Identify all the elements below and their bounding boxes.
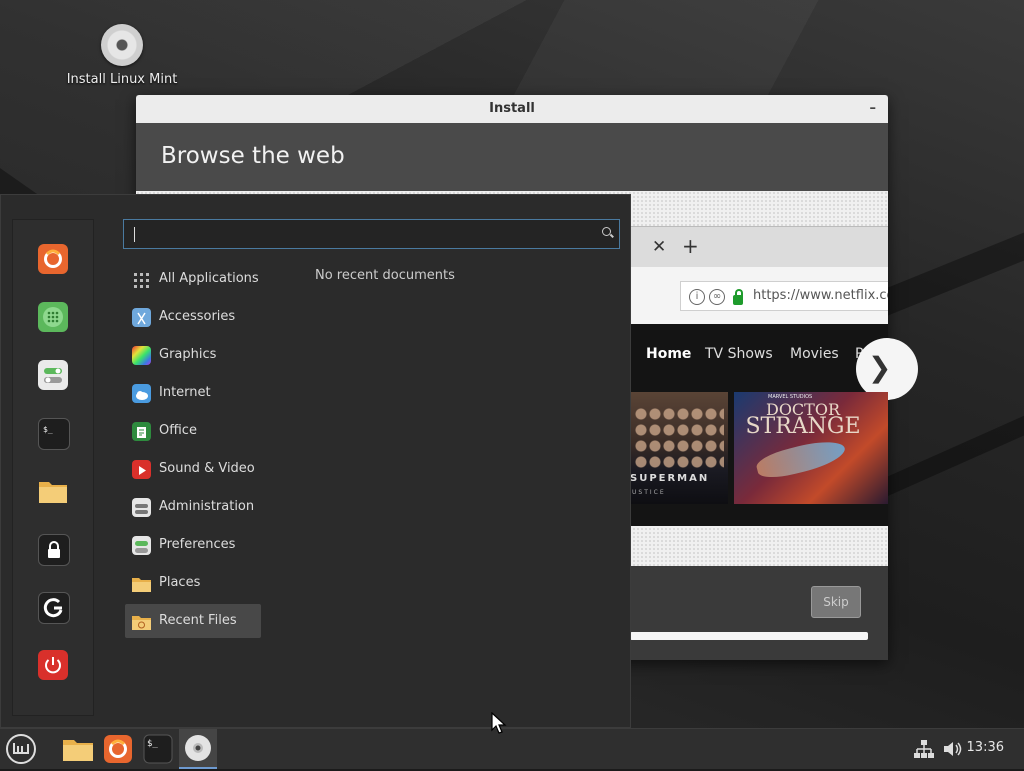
scissors-icon	[132, 308, 151, 327]
firefox-icon	[104, 735, 132, 763]
category-accessories[interactable]: Accessories	[125, 300, 261, 334]
window-title: Install	[489, 101, 535, 116]
folder-icon	[63, 740, 93, 761]
category-internet[interactable]: Internet	[125, 376, 261, 410]
nav-tv-shows: TV Shows	[705, 346, 773, 362]
poster-crowd	[634, 406, 724, 468]
browser-tabbar: ✕ +	[630, 226, 888, 267]
palette-icon	[132, 346, 151, 365]
cloud-icon	[132, 384, 151, 403]
svg-text:$_: $_	[147, 739, 158, 749]
poster-art	[754, 435, 848, 483]
search-input[interactable]	[123, 219, 620, 249]
taskbar-install-linux-mint[interactable]	[179, 729, 217, 769]
category-office[interactable]: Office	[125, 414, 261, 448]
poster-title-line2: STRANGE	[745, 414, 861, 439]
clock[interactable]: 13:36	[967, 740, 1004, 755]
install-progress-bar	[630, 632, 868, 640]
category-recent-files[interactable]: Recent Files	[125, 604, 261, 638]
browser-illustration: ✕ + i ∞ https://www.netflix.co Home TV S…	[630, 226, 918, 526]
taskbar: $_ 13:36	[0, 728, 1024, 769]
document-icon	[132, 422, 151, 441]
taskbar-firefox[interactable]	[101, 732, 135, 766]
network-icon[interactable]	[913, 738, 935, 760]
category-sound-video[interactable]: Sound & Video	[125, 452, 261, 486]
search-icon	[602, 227, 611, 236]
mint-logo-icon	[6, 734, 36, 764]
svg-text:$_: $_	[43, 425, 53, 434]
category-label: Office	[159, 423, 197, 438]
calculator-icon[interactable]	[38, 302, 68, 332]
minimize-button[interactable]: –	[870, 95, 877, 123]
folder-icon[interactable]	[38, 476, 68, 506]
lock-icon[interactable]	[38, 534, 70, 566]
category-label: Places	[159, 575, 201, 590]
folder-icon	[132, 574, 151, 593]
poster-subtitle: USTICE	[632, 489, 666, 496]
application-menu: $_ All Applications Accessories Graphics…	[0, 194, 631, 728]
new-tab-icon: +	[682, 234, 699, 258]
logout-icon[interactable]	[38, 592, 70, 624]
poster-justice-league: SUPERMAN USTICE	[630, 392, 728, 504]
netflix-nav: Home TV Shows Movies R ❯	[630, 324, 918, 400]
terminal-icon[interactable]: $_	[38, 418, 70, 450]
category-administration[interactable]: Administration	[125, 490, 261, 524]
nav-home: Home	[646, 346, 692, 362]
taskbar-terminal[interactable]: $_	[141, 732, 175, 766]
terminal-icon: $_	[143, 734, 173, 764]
recent-folder-icon	[132, 612, 151, 631]
admin-icon	[132, 498, 151, 517]
grid-icon	[132, 270, 151, 289]
category-label: Preferences	[159, 537, 236, 552]
play-icon	[132, 460, 151, 479]
browser-toolbar: i ∞ https://www.netflix.co	[630, 267, 888, 325]
info-icon: i	[689, 289, 705, 305]
link-icon: ∞	[709, 289, 725, 305]
nav-movies: Movies	[790, 346, 839, 362]
text-caret	[134, 227, 135, 242]
menu-button[interactable]	[4, 732, 38, 766]
category-label: All Applications	[159, 271, 259, 286]
category-all-applications[interactable]: All Applications	[125, 262, 261, 296]
firefox-icon[interactable]	[38, 244, 68, 274]
poster-doctor-strange: MARVEL STUDIOS DOCTOR STRANGE	[734, 392, 888, 504]
close-tab-icon: ✕	[652, 237, 667, 257]
taskbar-files[interactable]	[61, 732, 95, 766]
volume-icon[interactable]	[941, 738, 963, 760]
url-bar: i ∞ https://www.netflix.co	[680, 281, 888, 311]
category-label: Administration	[159, 499, 255, 514]
no-recent-documents-message: No recent documents	[315, 268, 455, 283]
toggle-icon	[132, 536, 151, 555]
category-label: Recent Files	[159, 613, 237, 628]
window-titlebar[interactable]: Install –	[136, 95, 888, 123]
desktop-icon-install-linux-mint[interactable]: Install Linux Mint	[62, 24, 182, 87]
category-label: Graphics	[159, 347, 217, 362]
url-text: https://www.netflix.co	[753, 288, 888, 303]
category-label: Accessories	[159, 309, 236, 324]
lock-icon	[733, 289, 743, 305]
category-preferences[interactable]: Preferences	[125, 528, 261, 562]
disc-icon	[101, 24, 143, 66]
category-graphics[interactable]: Graphics	[125, 338, 261, 372]
favorites-sidebar: $_	[12, 219, 94, 716]
poster-title: SUPERMAN	[630, 473, 710, 484]
desktop-icon-label: Install Linux Mint	[66, 72, 178, 87]
settings-icon[interactable]	[38, 360, 68, 390]
power-icon[interactable]	[38, 650, 68, 680]
category-places[interactable]: Places	[125, 566, 261, 600]
disc-icon	[185, 735, 211, 761]
category-label: Sound & Video	[159, 461, 255, 476]
slide-title: Browse the web	[136, 123, 888, 191]
category-label: Internet	[159, 385, 211, 400]
carousel-next-icon: ❯	[856, 338, 918, 400]
skip-button[interactable]: Skip	[811, 586, 861, 618]
